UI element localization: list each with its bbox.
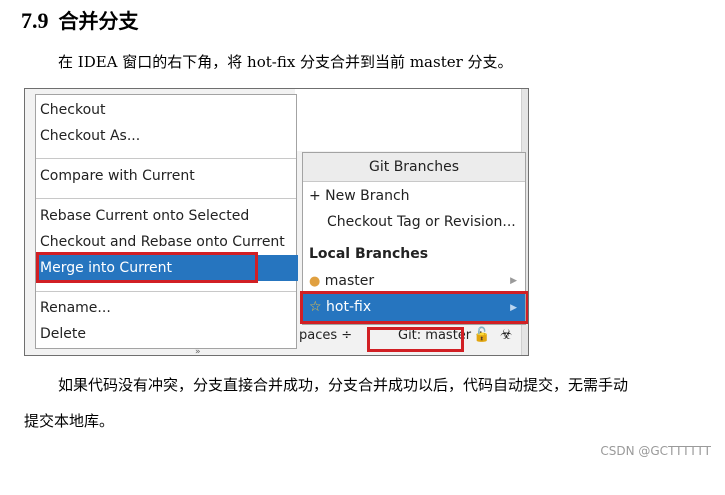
highlight-merge-into-current [36,252,258,283]
section-heading: 7.9 合并分支 [21,5,139,34]
lock-icon[interactable]: 🔓 [473,327,490,343]
result-paragraph-line1: 如果代码没有冲突，分支直接合并成功，分支合并成功以后，代码自动提交，无需手动 [58,376,629,394]
section-number: 7.9 [21,8,49,33]
menu-separator [36,291,296,292]
menu-item-checkout-rebase[interactable]: Checkout and Rebase onto Current [40,231,285,253]
highlight-hot-fix [300,291,528,324]
section-title: 合并分支 [58,9,139,33]
csdn-watermark: CSDN @GCTTTTTT [600,444,711,458]
result-paragraph-line2: 提交本地库。 [24,412,115,430]
branch-master-label: master [324,273,375,289]
workspaces-widget[interactable]: paces ÷ [299,328,352,343]
menu-item-rename[interactable]: Rename... [40,297,111,319]
local-branches-header: Local Branches [309,246,429,262]
tag-icon: ● [309,274,321,289]
highlight-git-master [367,327,464,352]
menu-item-delete[interactable]: Delete [40,323,86,345]
menu-separator [36,158,296,159]
menu-item-checkout-as[interactable]: Checkout As... [40,125,140,147]
branch-context-menu: Checkout Checkout As... Compare with Cur… [35,94,298,349]
menu-item-checkout[interactable]: Checkout [40,99,106,121]
overflow-indicator: » [195,347,201,356]
git-branches-title: Git Branches [303,153,525,182]
intro-paragraph: 在 IDEA 窗口的右下角，将 hot-fix 分支合并到当前 master 分… [58,53,513,71]
menu-item-compare[interactable]: Compare with Current [40,165,195,187]
checkout-tag-action[interactable]: Checkout Tag or Revision... [327,210,516,234]
bot-icon[interactable]: ☣ [500,327,513,343]
menu-item-rebase[interactable]: Rebase Current onto Selected [40,205,249,227]
editor-background [295,89,525,151]
chevron-right-icon: ▶ [510,276,517,286]
menu-separator [36,198,296,199]
ide-screenshot: Checkout Checkout As... Compare with Cur… [24,88,529,356]
new-branch-action[interactable]: + New Branch [309,184,410,208]
branch-master[interactable]: ● master [309,269,374,293]
